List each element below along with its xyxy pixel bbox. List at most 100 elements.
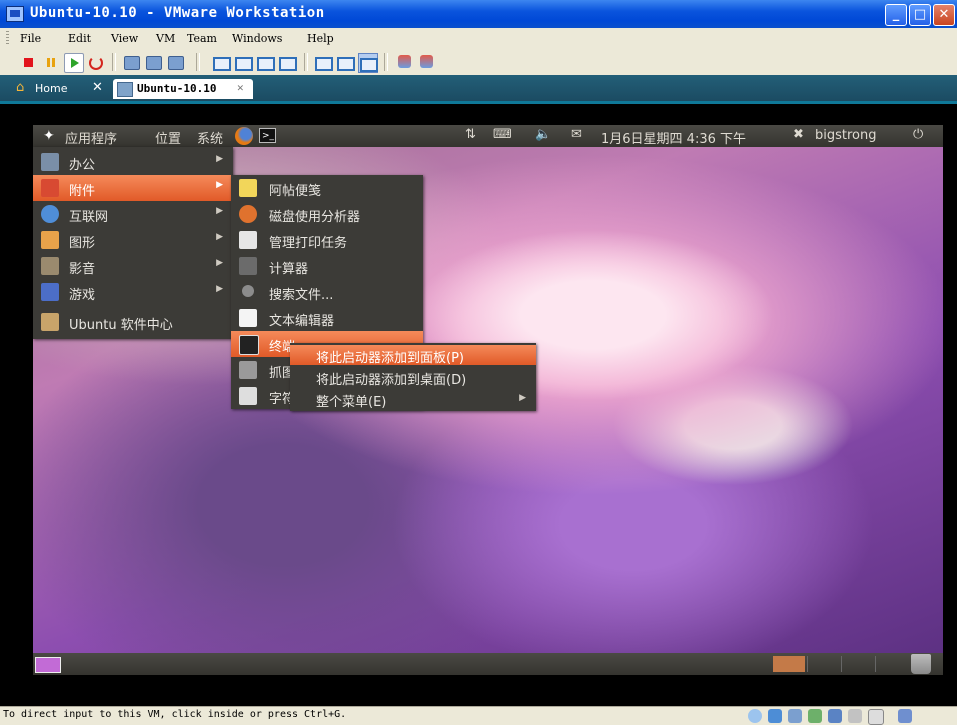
usb-icon[interactable]: [808, 709, 822, 723]
close-button[interactable]: ✕: [933, 4, 955, 26]
reset-icon[interactable]: [86, 53, 104, 71]
search-icon: [242, 285, 254, 297]
internet-icon: [41, 205, 59, 223]
menu-item-internet[interactable]: 互联网 ▶: [33, 201, 233, 227]
tab-home-close-icon[interactable]: ✕: [92, 80, 103, 95]
network-icon[interactable]: [396, 53, 414, 71]
printer-icon: [239, 231, 257, 249]
status-message: To direct input to this VM, click inside…: [3, 709, 347, 720]
mail-indicator-icon[interactable]: ✉: [571, 127, 582, 142]
user-name[interactable]: bigstrong: [815, 128, 877, 143]
console-view-icon[interactable]: [278, 53, 297, 71]
menu-item-search-files[interactable]: 搜索文件...: [231, 279, 423, 305]
menu-view[interactable]: View: [111, 32, 138, 45]
menu-item-disk-usage[interactable]: 磁盘使用分析器: [231, 201, 423, 227]
menu-item-sound-video[interactable]: 影音 ▶: [33, 253, 233, 279]
workspace-2[interactable]: [807, 656, 841, 672]
workspace-4[interactable]: [875, 656, 909, 672]
applications-menu[interactable]: 应用程序: [65, 128, 117, 147]
menu-item-games[interactable]: 游戏 ▶: [33, 279, 233, 305]
network-indicator-icon[interactable]: ⇅: [465, 127, 476, 142]
workspace-3[interactable]: [841, 656, 875, 672]
maximize-button[interactable]: □: [909, 4, 931, 26]
menu-item-office[interactable]: 办公 ▶: [33, 149, 233, 175]
user-status-icon[interactable]: ✖: [793, 127, 804, 142]
home-icon: ⌂: [16, 80, 25, 95]
menu-item-print-queue[interactable]: 管理打印任务: [231, 227, 423, 253]
entire-menu-item[interactable]: 整个菜单(E) ▶: [290, 389, 536, 410]
sound-card-icon[interactable]: [848, 709, 862, 723]
floppy-icon[interactable]: [768, 709, 782, 723]
menu-team[interactable]: Team: [187, 32, 217, 45]
menu-vm[interactable]: VM: [156, 32, 175, 45]
menu-item-label: 阿帖便笺: [269, 184, 322, 199]
menu-item-accessories[interactable]: 附件 ▶: [33, 175, 233, 201]
window-titlebar: Ubuntu-10.10 - VMware Workstation _ □ ✕: [0, 0, 957, 28]
terminal-launcher-icon[interactable]: >_: [259, 128, 276, 143]
unity-icon[interactable]: [256, 53, 275, 71]
menu-item-label: 磁盘使用分析器: [269, 210, 361, 225]
camera-icon: [239, 361, 257, 379]
clock[interactable]: 1月6日星期四 4:36 下午: [601, 128, 746, 147]
power-on-icon[interactable]: [64, 53, 84, 73]
console-toggle-icon[interactable]: [358, 53, 378, 73]
firefox-launcher-icon[interactable]: [235, 127, 253, 145]
places-menu[interactable]: 位置: [155, 128, 181, 147]
applications-dropdown: 办公 ▶ 附件 ▶ 互联网 ▶ 图形 ▶ 影音 ▶ 游戏 ▶ Ubuntu 软件…: [33, 147, 233, 339]
tab-home[interactable]: ⌂ Home ✕: [16, 79, 112, 99]
add-to-desktop-item[interactable]: 将此启动器添加到桌面(D): [290, 367, 536, 388]
tab-ubuntu[interactable]: Ubuntu-10.10 ✕: [113, 79, 253, 99]
submenu-arrow-icon: ▶: [216, 154, 223, 164]
menu-item-calculator[interactable]: 计算器: [231, 253, 423, 279]
minimize-button[interactable]: _: [885, 4, 907, 26]
submenu-arrow-icon: ▶: [216, 232, 223, 242]
power-icon[interactable]: ⏻: [913, 127, 923, 142]
keyboard-indicator-icon[interactable]: ⌨: [493, 127, 512, 142]
menu-item-label: 计算器: [269, 262, 309, 277]
toolbar: [0, 49, 957, 76]
add-to-panel-item[interactable]: 将此启动器添加到面板(P): [290, 345, 536, 366]
hard-disk-icon[interactable]: [828, 709, 842, 723]
summary-view-icon[interactable]: [314, 53, 333, 71]
full-screen-icon[interactable]: [234, 53, 253, 71]
menu-item-label: 互联网: [69, 210, 109, 225]
menu-item-graphics[interactable]: 图形 ▶: [33, 227, 233, 253]
tab-home-label: Home: [35, 82, 68, 95]
suspend-icon[interactable]: [42, 53, 60, 71]
appliance-view-icon[interactable]: [336, 53, 355, 71]
devices-icon[interactable]: [418, 53, 436, 71]
menu-file[interactable]: File: [20, 32, 41, 45]
show-desktop-icon[interactable]: [35, 657, 61, 673]
volume-icon[interactable]: 🔈: [535, 127, 551, 142]
menu-item-text-editor[interactable]: 文本编辑器: [231, 305, 423, 331]
menu-item-software-center[interactable]: Ubuntu 软件中心: [33, 309, 233, 335]
trash-icon[interactable]: [911, 654, 931, 674]
sound-video-icon: [41, 257, 59, 275]
snapshot-icon[interactable]: [122, 53, 140, 71]
guest-desktop[interactable]: ✦ 应用程序 位置 系统 >_ ⇅ ⌨ 🔈 ✉ 1月6日星期四 4:36 下午 …: [33, 125, 943, 675]
menu-item-label: 将此启动器添加到桌面(D): [316, 373, 467, 388]
menu-help[interactable]: Help: [307, 32, 334, 45]
revert-snapshot-icon[interactable]: [144, 53, 162, 71]
message-log-icon[interactable]: [868, 709, 884, 725]
menu-item-tomboy[interactable]: 阿帖便笺: [231, 175, 423, 201]
tab-ubuntu-close-icon[interactable]: ✕: [237, 81, 244, 94]
quick-switch-icon[interactable]: [212, 53, 231, 71]
vmware-tools-icon[interactable]: [898, 709, 912, 723]
menu-windows[interactable]: Windows: [232, 32, 282, 45]
system-menu[interactable]: 系统: [197, 128, 223, 147]
menu-item-label: 图形: [69, 236, 96, 251]
tab-bar: ⌂ Home ✕ Ubuntu-10.10 ✕: [0, 75, 957, 104]
snapshot-manager-icon[interactable]: [166, 53, 184, 71]
character-map-icon: [239, 387, 257, 405]
menu-item-label: Ubuntu 软件中心: [69, 318, 173, 333]
cdrom-icon[interactable]: [748, 709, 762, 723]
workspace-1[interactable]: [773, 656, 805, 672]
toolbar-separator: [384, 53, 388, 71]
tab-ubuntu-label: Ubuntu-10.10: [137, 82, 217, 95]
menu-edit[interactable]: Edit: [68, 32, 91, 45]
toolbar-separator: [112, 53, 116, 71]
network-adapter-icon[interactable]: [788, 709, 802, 723]
power-off-icon[interactable]: [20, 53, 38, 71]
gnome-bottom-panel: [33, 653, 943, 675]
